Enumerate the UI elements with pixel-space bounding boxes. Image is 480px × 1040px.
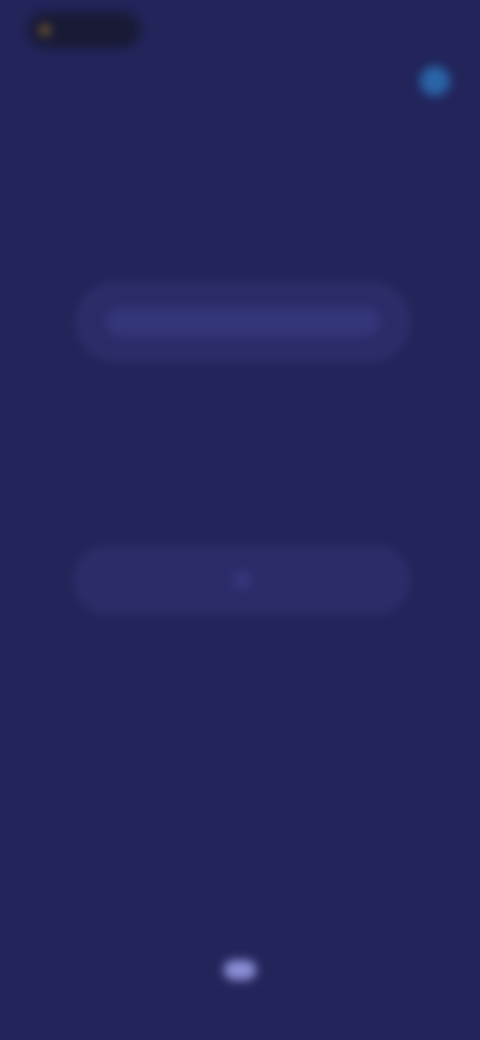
segment-1[interactable]: [98, 572, 118, 588]
status-pill: [28, 12, 140, 48]
blurred-screen: [0, 0, 480, 1040]
status-dot-icon: [40, 25, 50, 35]
card-1-label: [106, 308, 380, 336]
avatar-icon[interactable]: [420, 66, 450, 96]
segment-3[interactable]: [366, 572, 386, 588]
segment-2[interactable]: [232, 572, 252, 588]
bottom-navigation: [0, 940, 480, 1000]
segmented-control[interactable]: [76, 548, 408, 612]
nav-item-3[interactable]: [223, 960, 256, 980]
nav-item-2[interactable]: [131, 960, 147, 980]
card-1[interactable]: [78, 284, 408, 360]
nav-item-5[interactable]: [426, 960, 442, 980]
nav-item-1[interactable]: [38, 960, 54, 980]
nav-item-4[interactable]: [333, 960, 349, 980]
